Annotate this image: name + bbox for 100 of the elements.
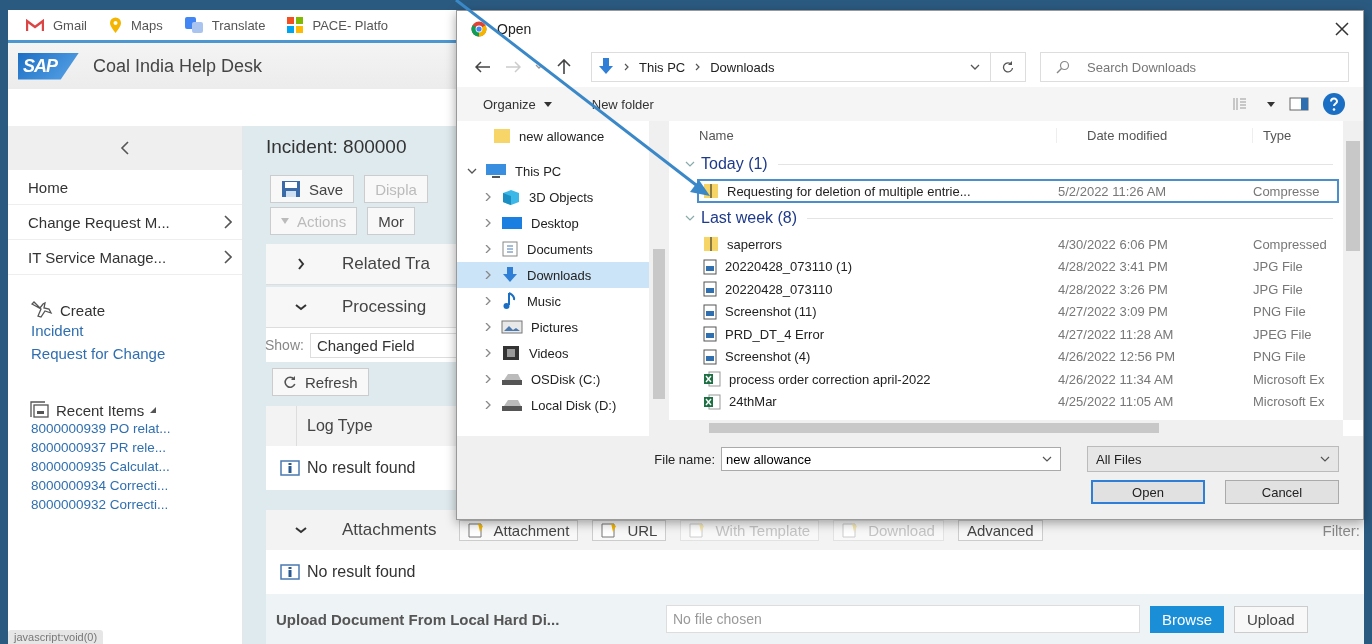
file-date: 4/25/2022 11:05 AM bbox=[1057, 394, 1175, 410]
chevron-down-icon bbox=[685, 214, 695, 222]
chevron-right-icon[interactable] bbox=[483, 193, 493, 201]
file-type-dropdown[interactable]: All Files bbox=[1087, 446, 1339, 472]
section-header[interactable]: Attachments bbox=[266, 520, 437, 540]
file-row[interactable]: 24thMar 4/25/2022 11:05 AM Microsoft Ex bbox=[697, 390, 1339, 413]
section-title: Create bbox=[60, 301, 106, 319]
bookmark-link[interactable]: PACE- Platfo bbox=[312, 17, 389, 33]
create-link[interactable]: Request for Change bbox=[30, 342, 242, 365]
logo: SAP bbox=[18, 52, 79, 80]
folder-tree-item[interactable]: Desktop bbox=[457, 210, 649, 236]
bookmark-link[interactable]: Maps bbox=[130, 17, 163, 33]
help-icon[interactable] bbox=[1323, 93, 1345, 115]
chevron-down-icon[interactable] bbox=[467, 167, 477, 175]
scrollbar[interactable] bbox=[649, 121, 669, 436]
folder-tree-item[interactable]: Downloads bbox=[457, 262, 649, 288]
preview-pane-icon[interactable] bbox=[1289, 97, 1309, 111]
toolbar-button[interactable]: Save bbox=[270, 175, 355, 203]
save-icon bbox=[281, 180, 301, 198]
close-icon[interactable] bbox=[1335, 22, 1349, 36]
file-type: PNG File bbox=[1253, 349, 1306, 365]
bookmark-link[interactable]: Translate bbox=[211, 17, 266, 33]
search-field[interactable]: Search Downloads bbox=[1040, 52, 1349, 82]
empty-message: No result found bbox=[307, 563, 416, 581]
folder-tree-item[interactable]: new allowance bbox=[457, 123, 649, 149]
file-row[interactable]: 20220428_073110 4/28/2022 3:26 PM JPG File bbox=[697, 278, 1339, 301]
file-name: 20220428_073110 (1) bbox=[725, 259, 852, 275]
info-icon bbox=[280, 460, 300, 476]
chevron-right-icon[interactable] bbox=[483, 375, 493, 383]
chevron-right-icon[interactable] bbox=[483, 323, 493, 331]
nav-item[interactable]: IT Service Manage... bbox=[8, 240, 242, 275]
chevron-right-icon bbox=[223, 250, 232, 264]
recent-item-link[interactable]: 8000000937 PR rele... bbox=[30, 438, 242, 457]
chevron-right-icon[interactable] bbox=[483, 271, 493, 279]
new-folder-button[interactable]: New folder bbox=[591, 96, 654, 112]
drive-icon bbox=[501, 371, 523, 387]
folder-tree-item[interactable]: This PC bbox=[457, 158, 649, 184]
folder-tree-item[interactable]: Documents bbox=[457, 236, 649, 262]
scrollbar[interactable] bbox=[1343, 121, 1363, 420]
organize-menu[interactable]: Organize bbox=[483, 96, 552, 112]
file-type: Compressed bbox=[1253, 236, 1327, 252]
chevron-right-icon[interactable] bbox=[483, 219, 493, 227]
cancel-button[interactable]: Cancel bbox=[1225, 480, 1339, 504]
file-name-field[interactable]: new allowance bbox=[721, 447, 1061, 471]
group-header[interactable]: Today (1) bbox=[685, 155, 768, 173]
toolbar-button[interactable]: Mor bbox=[367, 207, 416, 235]
file-row[interactable]: Screenshot (4) 4/26/2022 12:56 PM PNG File bbox=[697, 345, 1339, 368]
refresh-icon bbox=[283, 375, 297, 389]
address-bar[interactable]: This PC Downloads bbox=[591, 52, 991, 82]
file-row[interactable]: Requesting for deletion of multiple entrie... 5/2/2022 11:26 AM Compresse bbox=[697, 179, 1339, 203]
upload-button[interactable]: Upload bbox=[1234, 605, 1308, 633]
recent-item-link[interactable]: 8000000934 Correcti... bbox=[30, 476, 242, 495]
breadcrumb[interactable]: Downloads bbox=[710, 59, 775, 75]
column-header[interactable]: Date modified bbox=[1056, 127, 1252, 143]
file-type: PNG File bbox=[1253, 304, 1306, 320]
folder-tree-item[interactable]: 3D Objects bbox=[457, 184, 649, 210]
nav-item[interactable]: Home bbox=[8, 170, 242, 205]
browse-button[interactable]: Browse bbox=[1150, 605, 1225, 633]
tiles-icon bbox=[287, 17, 304, 33]
column-header[interactable]: Name bbox=[669, 127, 1056, 143]
file-type: Microsoft Ex bbox=[1253, 394, 1325, 410]
file-row[interactable]: 20220428_073110 (1) 4/28/2022 3:41 PM JPG File bbox=[697, 255, 1339, 278]
cube-icon bbox=[501, 189, 521, 205]
attachment-toolbar-button[interactable]: Attachment bbox=[458, 519, 579, 541]
caret-icon[interactable] bbox=[1042, 456, 1052, 462]
attachment-toolbar-button[interactable]: Advanced bbox=[957, 519, 1043, 541]
recent-item-link[interactable]: 8000000935 Calculat... bbox=[30, 457, 242, 476]
image-file-icon bbox=[703, 348, 717, 365]
file-row[interactable]: process order correction april-2022 4/26/2022 11:34 AM Microsoft Ex bbox=[697, 368, 1339, 391]
recent-item-link[interactable]: 8000000939 PO relat... bbox=[30, 419, 242, 438]
group-header[interactable]: Last week (8) bbox=[685, 209, 798, 227]
breadcrumb[interactable]: This PC bbox=[639, 59, 686, 75]
caret-icon[interactable] bbox=[1267, 101, 1275, 107]
file-row[interactable]: Screenshot (11) 4/27/2022 3:09 PM PNG File bbox=[697, 300, 1339, 323]
chevron-right-icon[interactable] bbox=[483, 401, 493, 409]
refresh-button[interactable]: Refresh bbox=[272, 368, 369, 396]
folder-tree-item[interactable]: Music bbox=[457, 288, 649, 314]
create-link[interactable]: Incident bbox=[30, 319, 242, 342]
download-arrow-icon bbox=[598, 58, 614, 76]
file-field[interactable]: No file chosen bbox=[666, 605, 1140, 633]
chevron-right-icon bbox=[624, 63, 629, 71]
chevron-right-icon[interactable] bbox=[483, 245, 493, 253]
bookmark-link[interactable]: Gmail bbox=[53, 17, 87, 33]
refresh-button[interactable] bbox=[990, 52, 1026, 82]
chevron-right-icon[interactable] bbox=[483, 297, 493, 305]
nav-item[interactable]: Change Request M... bbox=[8, 205, 242, 240]
up-arrow-icon[interactable] bbox=[557, 59, 571, 75]
folder-tree-item[interactable]: Local Disk (D:) bbox=[457, 392, 649, 418]
file-row[interactable]: saperrors 4/30/2022 6:06 PM Compressed bbox=[697, 233, 1339, 256]
file-date: 4/28/2022 3:26 PM bbox=[1057, 281, 1169, 297]
open-button[interactable]: Open bbox=[1091, 480, 1205, 504]
folder-tree-item[interactable]: OSDisk (C:) bbox=[457, 366, 649, 392]
back-icon[interactable] bbox=[475, 61, 491, 73]
recent-item-link[interactable]: 8000000932 Correcti... bbox=[30, 495, 242, 514]
column-header[interactable]: Type bbox=[1252, 127, 1292, 143]
chevron-right-icon[interactable] bbox=[483, 349, 493, 357]
scrollbar[interactable] bbox=[669, 420, 1343, 436]
attachment-toolbar-button[interactable]: URL bbox=[592, 519, 667, 541]
desktop-icon bbox=[501, 215, 523, 231]
file-row[interactable]: PRD_DT_4 Error 4/27/2022 11:28 AM JPEG File bbox=[697, 323, 1339, 346]
